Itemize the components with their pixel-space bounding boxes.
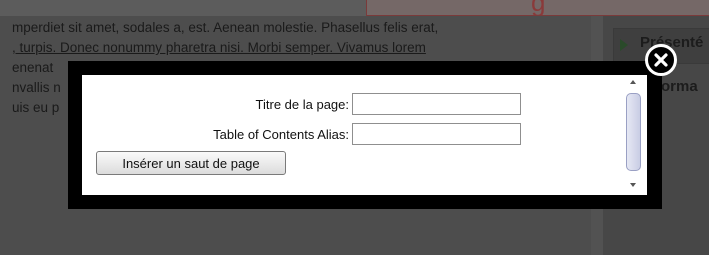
scroll-up-arrow-icon[interactable] bbox=[630, 80, 636, 84]
form-row-page-title: Titre de la page: bbox=[82, 93, 647, 115]
scroll-thumb[interactable] bbox=[626, 93, 641, 171]
page-title-label: Titre de la page: bbox=[255, 96, 349, 112]
insert-page-break-button[interactable]: Insérer un saut de page bbox=[96, 151, 286, 175]
modal-body: Titre de la page: Table of Contents Alia… bbox=[82, 75, 647, 195]
scrollbar[interactable] bbox=[625, 75, 643, 195]
toc-alias-label: Table of Contents Alias: bbox=[213, 126, 349, 142]
scroll-down-arrow-icon[interactable] bbox=[630, 183, 636, 187]
top-tab: g bbox=[366, 0, 709, 16]
close-x-icon bbox=[654, 53, 668, 67]
toc-alias-input[interactable] bbox=[352, 123, 521, 145]
close-button[interactable] bbox=[645, 44, 677, 76]
form-row-toc-alias: Table of Contents Alias: bbox=[82, 123, 647, 145]
article-line: mperdiet sit amet, sodales a, est. Aenea… bbox=[12, 20, 439, 35]
top-tab-text: g bbox=[531, 0, 546, 16]
sidebar-module-label: orma bbox=[661, 78, 698, 95]
arrow-right-icon bbox=[620, 39, 628, 51]
page-title-input[interactable] bbox=[352, 93, 521, 115]
article-link[interactable]: , turpis. Donec nonummy pharetra nisi. M… bbox=[12, 40, 426, 55]
article-line: , turpis. Donec nonummy pharetra nisi. M… bbox=[12, 38, 587, 58]
